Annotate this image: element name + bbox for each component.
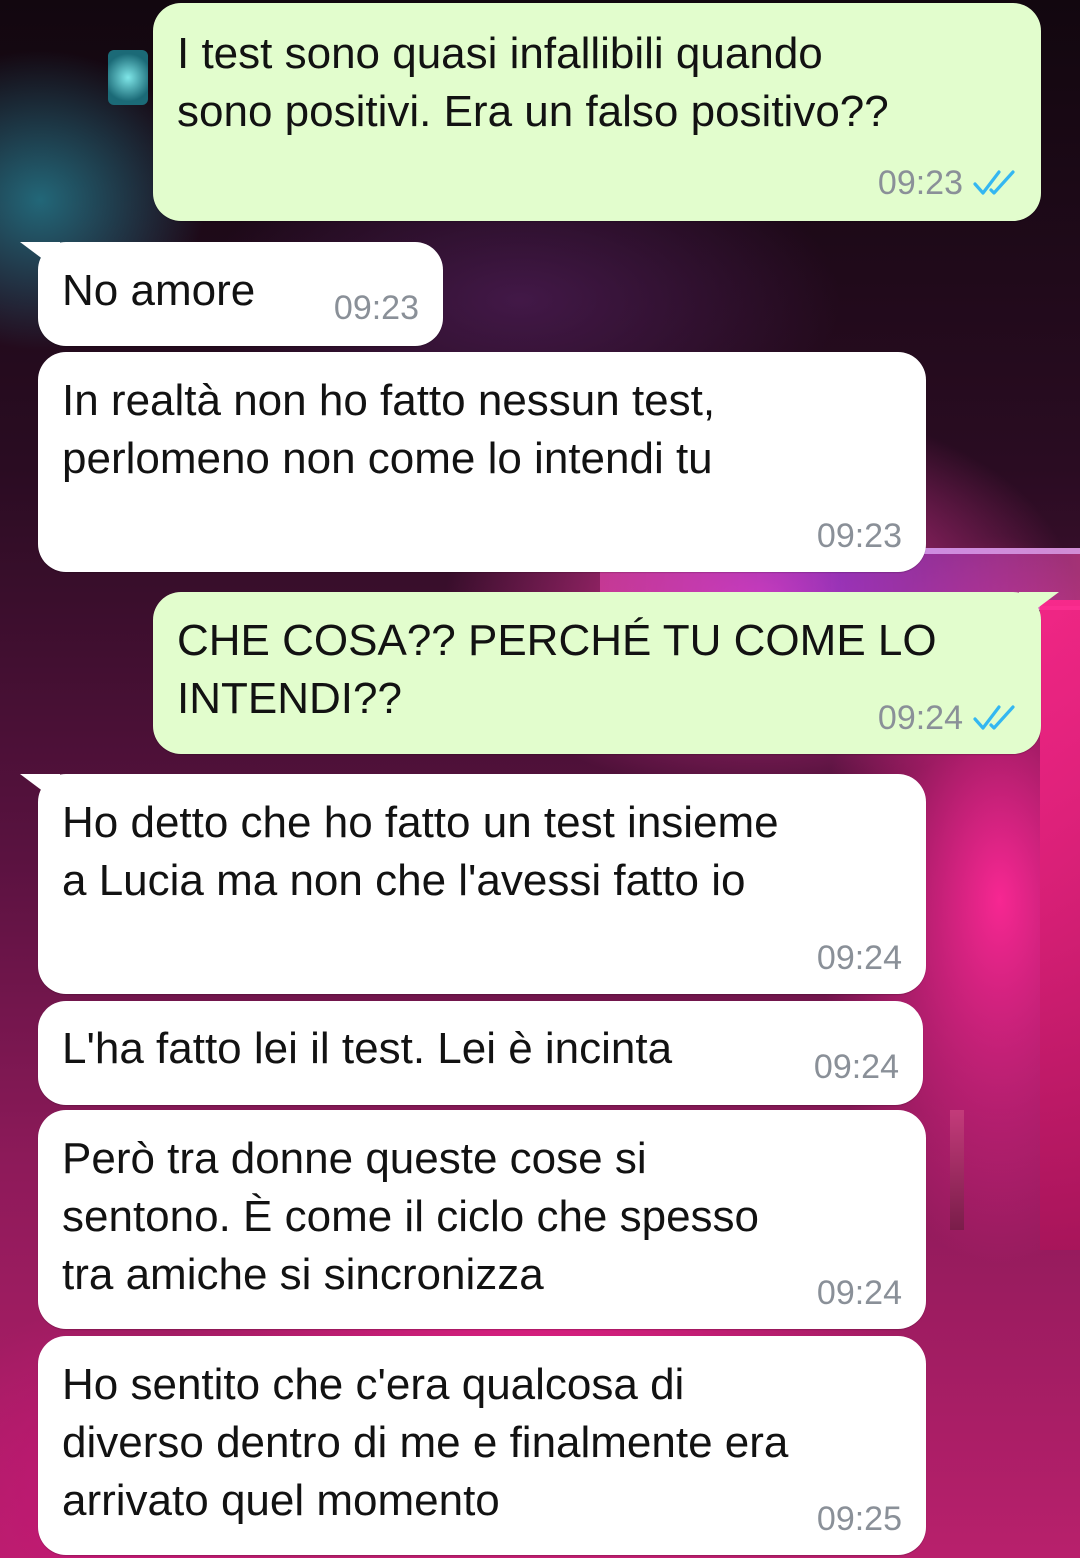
message-bubble-incoming[interactable]: L'ha fatto lei il test. Lei è incinta 09… — [38, 1001, 923, 1105]
message-text: Ho detto che ho fatto un test insieme a … — [62, 798, 779, 905]
message-meta: 09:23 — [878, 163, 1017, 203]
message-time: 09:24 — [816, 1274, 902, 1312]
double-check-icon — [973, 704, 1017, 732]
message-bubble-incoming[interactable]: Però tra donne queste cose si sentono. È… — [38, 1110, 926, 1329]
message-text: I test sono quasi infallibili quando son… — [177, 29, 889, 136]
message-meta: 09:24 — [817, 938, 902, 978]
message-text: No amore — [62, 266, 256, 315]
message-time: 09:24 — [813, 1048, 899, 1086]
message-text: Ho sentito che c'era qualcosa di diverso… — [62, 1360, 789, 1525]
message-meta: 09:24 — [817, 1273, 902, 1313]
message-meta: 09:23 — [817, 516, 902, 556]
message-bubble-outgoing[interactable]: CHE COSA?? PERCHÉ TU COME LO INTENDI?? 0… — [153, 592, 1059, 754]
message-text: Però tra donne queste cose si sentono. È… — [62, 1134, 760, 1299]
message-bubble-incoming[interactable]: Ho sentito che c'era qualcosa di diverso… — [38, 1336, 926, 1555]
message-time: 09:23 — [877, 164, 963, 202]
message-text: L'ha fatto lei il test. Lei è incinta — [62, 1024, 673, 1073]
wallpaper-neon-pillar — [1040, 600, 1080, 1250]
double-check-icon — [973, 169, 1017, 197]
message-meta: 09:23 — [334, 288, 419, 328]
message-meta: 09:24 — [814, 1047, 899, 1087]
message-bubble-incoming[interactable]: No amore 09:23 — [20, 242, 443, 346]
message-text: In realtà non ho fatto nessun test, perl… — [62, 376, 716, 483]
wallpaper-street-post — [950, 1110, 964, 1230]
wallpaper-lamp — [108, 50, 148, 105]
message-time: 09:23 — [333, 289, 419, 327]
message-bubble-incoming[interactable]: Ho detto che ho fatto un test insieme a … — [20, 774, 926, 994]
message-meta: 09:25 — [817, 1499, 902, 1539]
message-time: 09:25 — [816, 1500, 902, 1538]
message-meta: 09:24 — [878, 698, 1017, 738]
message-time: 09:24 — [816, 939, 902, 977]
message-bubble-outgoing[interactable]: I test sono quasi infallibili quando son… — [153, 3, 1041, 221]
message-time: 09:23 — [816, 517, 902, 555]
message-time: 09:24 — [877, 699, 963, 737]
message-bubble-incoming[interactable]: In realtà non ho fatto nessun test, perl… — [38, 352, 926, 572]
message-text: CHE COSA?? PERCHÉ TU COME LO INTENDI?? — [177, 616, 937, 723]
